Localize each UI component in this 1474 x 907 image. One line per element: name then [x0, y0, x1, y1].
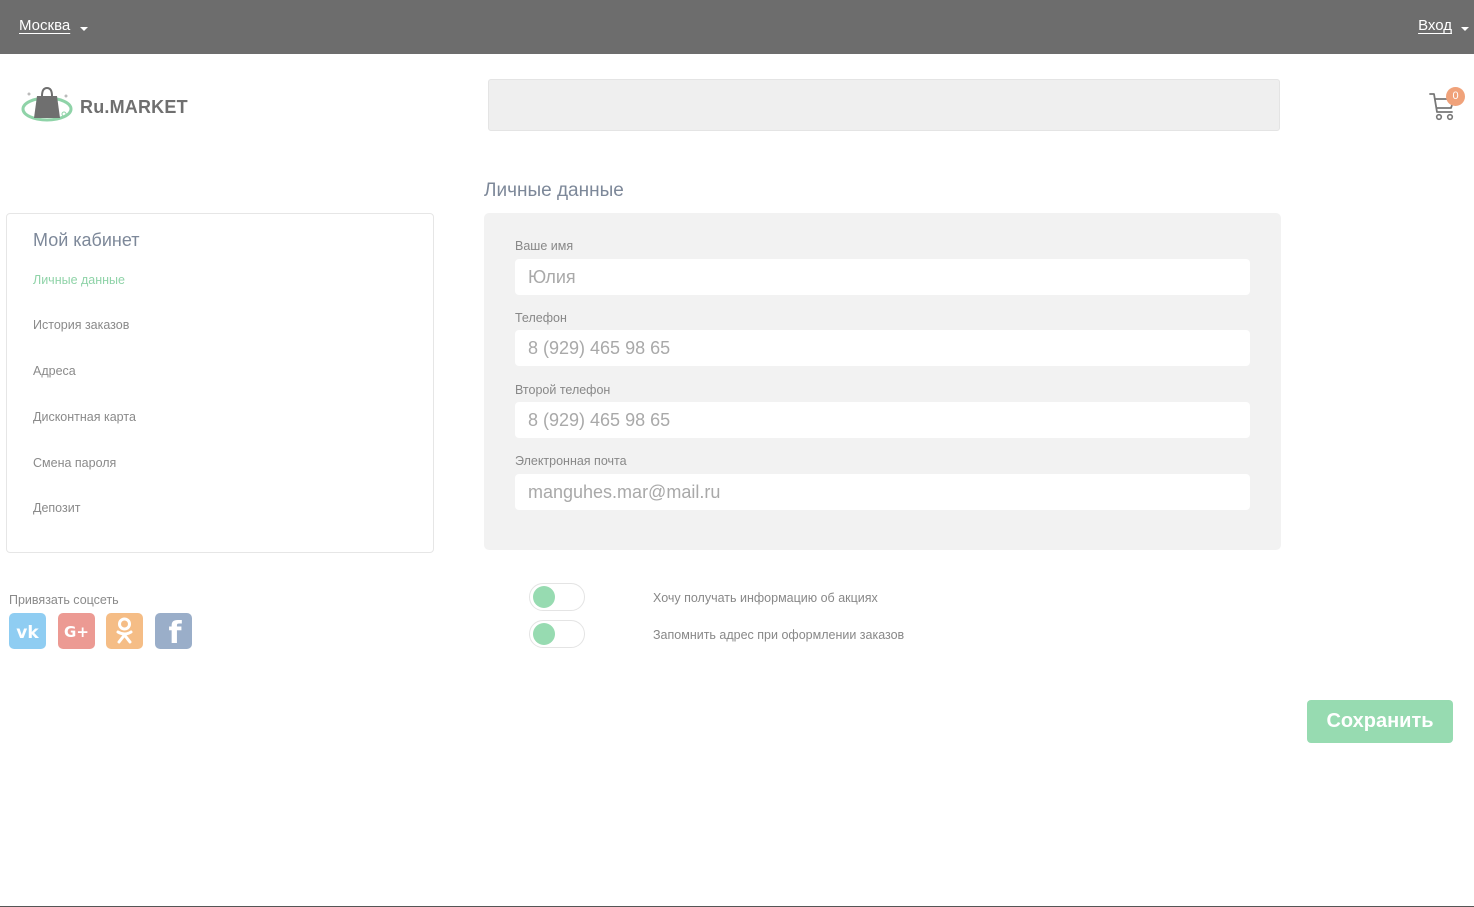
- svg-text:f: f: [168, 616, 182, 649]
- remember-address-label: Запомнить адрес при оформлении заказов: [653, 628, 905, 642]
- logo-text: Ru.MARKET: [80, 97, 188, 117]
- facebook-icon[interactable]: f: [155, 613, 192, 649]
- city-chevron-down-icon[interactable]: [80, 27, 88, 31]
- phone-field[interactable]: [515, 330, 1250, 366]
- account-sidebar: Мой кабинет Личные данные История заказо…: [6, 213, 434, 553]
- save-button[interactable]: Сохранить: [1307, 700, 1453, 743]
- login-link[interactable]: Вход: [1418, 17, 1452, 34]
- second-phone-label: Второй телефон: [515, 383, 611, 397]
- cart-count-badge: 0: [1446, 87, 1465, 106]
- vk-icon[interactable]: vk: [9, 613, 46, 649]
- login-chevron-down-icon[interactable]: [1461, 27, 1469, 31]
- sidebar-item-personal-data[interactable]: Личные данные: [33, 273, 125, 287]
- logo[interactable]: Ru.MARKET: [20, 84, 195, 128]
- name-field[interactable]: [515, 259, 1250, 295]
- svg-text:G+: G+: [64, 623, 89, 641]
- sidebar-title: Мой кабинет: [33, 230, 140, 250]
- personal-data-form: Ваше имя Телефон Второй телефон Электрон…: [484, 213, 1281, 550]
- sidebar-item-change-password[interactable]: Смена пароля: [33, 456, 116, 470]
- promo-info-toggle[interactable]: [529, 583, 585, 611]
- svg-text:vk: vk: [16, 623, 39, 643]
- toggle-knob: [533, 586, 555, 608]
- google-plus-icon[interactable]: G+: [58, 613, 95, 649]
- social-link-label: Привязать соцсеть: [9, 593, 119, 607]
- phone-label: Телефон: [515, 311, 567, 325]
- sidebar-item-addresses[interactable]: Адреса: [33, 364, 76, 378]
- page-title: Личные данные: [484, 180, 624, 201]
- name-label: Ваше имя: [515, 239, 574, 253]
- odnoklassniki-icon[interactable]: [106, 613, 143, 649]
- top-bar: Москва Вход: [0, 0, 1474, 54]
- promo-info-label: Хочу получать информацию об акциях: [653, 591, 878, 605]
- toggle-knob: [533, 623, 555, 645]
- sidebar-item-order-history[interactable]: История заказов: [33, 318, 129, 332]
- shopping-bag-icon: [21, 86, 73, 122]
- sidebar-item-discount-card[interactable]: Дисконтная карта: [33, 410, 136, 424]
- email-label: Электронная почта: [515, 454, 627, 468]
- email-field[interactable]: [515, 474, 1250, 510]
- city-selector[interactable]: Москва: [19, 17, 70, 34]
- second-phone-field[interactable]: [515, 402, 1250, 438]
- remember-address-toggle[interactable]: [529, 620, 585, 648]
- search-input[interactable]: [488, 79, 1280, 131]
- sidebar-item-deposit[interactable]: Депозит: [33, 501, 80, 515]
